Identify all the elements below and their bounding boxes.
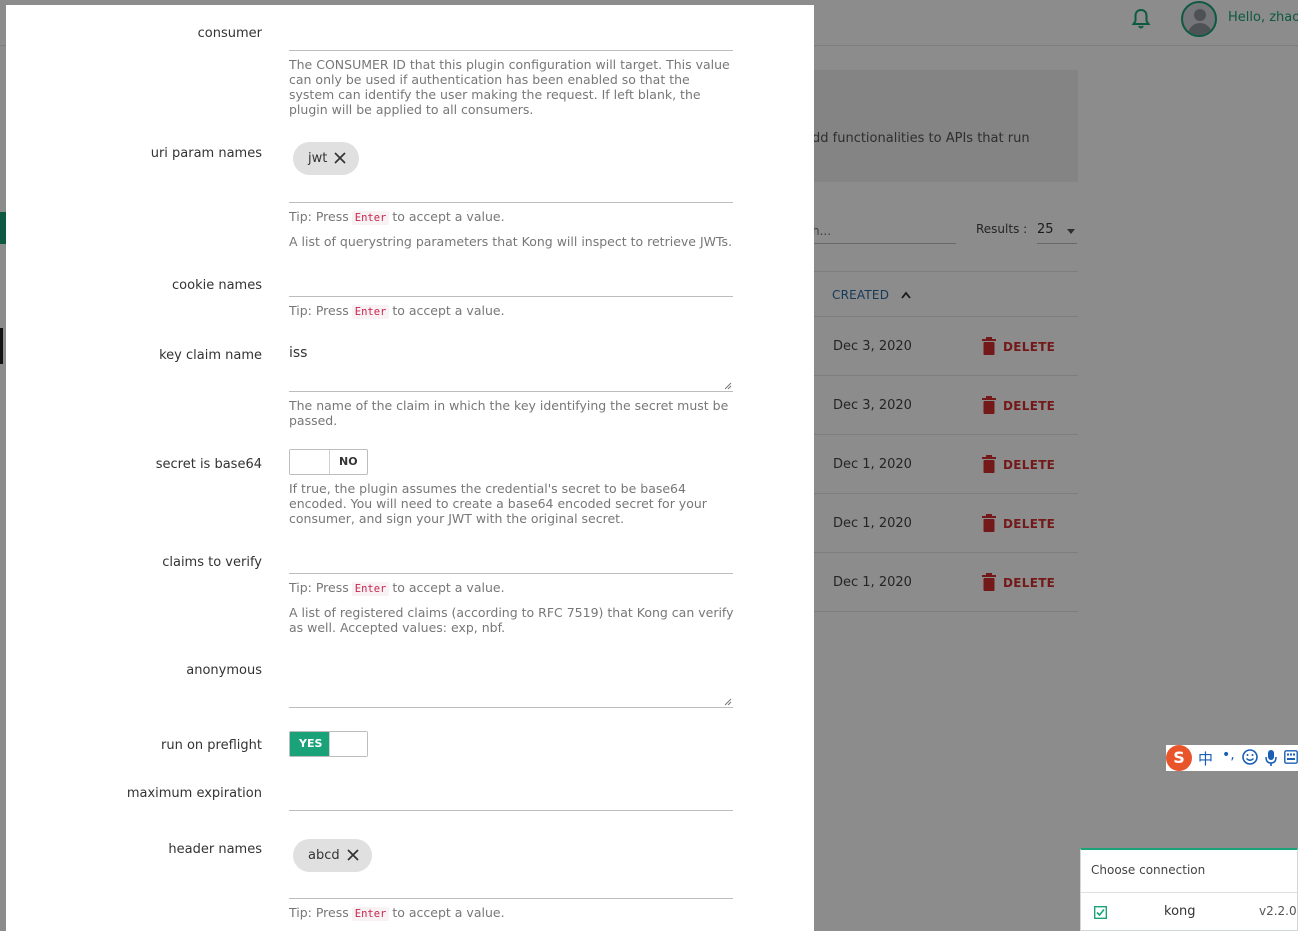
claims-to-verify-help: A list of registered claims (according t…: [289, 605, 734, 635]
microphone-icon[interactable]: [1264, 749, 1278, 767]
key-claim-name-textarea[interactable]: iss: [289, 345, 307, 361]
anonymous-textarea[interactable]: [289, 655, 733, 707]
uri-param-names-tip: Tip: Press Enter to accept a value.: [289, 209, 505, 225]
uri-param-names-help: A list of querystring parameters that Ko…: [289, 234, 733, 249]
ime-toolbar: S 中 •,: [1166, 745, 1298, 771]
enter-key: Enter: [351, 305, 390, 319]
uri-param-names-label: uri param names: [150, 146, 262, 161]
anonymous-label: anonymous: [186, 663, 262, 678]
emoji-icon[interactable]: [1242, 749, 1258, 765]
toggle-state: YES: [299, 737, 323, 750]
divider: [1081, 892, 1297, 893]
header-names-label: header names: [168, 842, 262, 857]
ime-mode[interactable]: 中: [1198, 748, 1213, 769]
secret-is-base64-help: If true, the plugin assumes the credenti…: [289, 481, 707, 526]
uri-param-names-input[interactable]: [289, 202, 733, 203]
run-on-preflight-label: run on preflight: [161, 738, 262, 753]
header-names-input[interactable]: [289, 898, 733, 899]
key-claim-name-underline: [289, 391, 733, 392]
close-icon[interactable]: [333, 151, 347, 165]
maximum-expiration-label: maximum expiration: [126, 786, 262, 801]
header-name-chip: abcd: [293, 839, 372, 872]
connection-panel: Choose connection kong v2.2.0: [1080, 848, 1298, 931]
header-names-tip: Tip: Press Enter to accept a value.: [289, 905, 505, 921]
key-claim-name-help: The name of the claim in which the key i…: [289, 398, 729, 428]
uri-param-chip: jwt: [293, 142, 360, 175]
cookie-names-tip: Tip: Press Enter to accept a value.: [289, 303, 505, 319]
close-icon[interactable]: [346, 848, 360, 862]
toggle-state: NO: [339, 455, 358, 468]
maximum-expiration-input[interactable]: [289, 781, 733, 809]
ime-logo[interactable]: S: [1166, 745, 1192, 771]
consumer-label: consumer: [197, 26, 262, 41]
chip-label: jwt: [308, 151, 328, 166]
enter-key: Enter: [351, 211, 390, 225]
consumer-input[interactable]: [289, 50, 733, 51]
checkbox-checked-icon[interactable]: [1094, 906, 1107, 919]
cookie-names-label: cookie names: [172, 278, 262, 293]
connection-panel-title: Choose connection: [1091, 863, 1206, 877]
toggle-knob: [290, 450, 330, 474]
toggle-knob: [329, 732, 367, 756]
secret-is-base64-label: secret is base64: [155, 457, 262, 472]
enter-key: Enter: [351, 907, 390, 921]
key-claim-name-label: key claim name: [159, 348, 262, 363]
anonymous-underline: [289, 707, 733, 708]
maximum-expiration-underline: [289, 810, 733, 811]
run-on-preflight-toggle[interactable]: YES: [289, 731, 368, 757]
claims-to-verify-input[interactable]: [289, 573, 733, 574]
resize-handle-icon[interactable]: [724, 382, 732, 390]
connection-version: v2.2.0: [1259, 904, 1297, 918]
claims-to-verify-tip: Tip: Press Enter to accept a value.: [289, 580, 505, 596]
resize-handle-icon[interactable]: [724, 698, 732, 706]
secret-is-base64-toggle[interactable]: NO: [289, 449, 368, 475]
enter-key: Enter: [351, 582, 390, 596]
connection-name[interactable]: kong: [1164, 904, 1196, 919]
chip-label: abcd: [308, 848, 340, 863]
consumer-help: The CONSUMER ID that this plugin configu…: [289, 57, 730, 117]
keyboard-icon[interactable]: [1284, 750, 1298, 764]
claims-to-verify-label: claims to verify: [162, 555, 262, 570]
plugin-config-modal: consumer The CONSUMER ID that this plugi…: [6, 5, 814, 931]
cookie-names-input[interactable]: [289, 296, 733, 297]
ime-punct[interactable]: •,: [1222, 747, 1235, 763]
